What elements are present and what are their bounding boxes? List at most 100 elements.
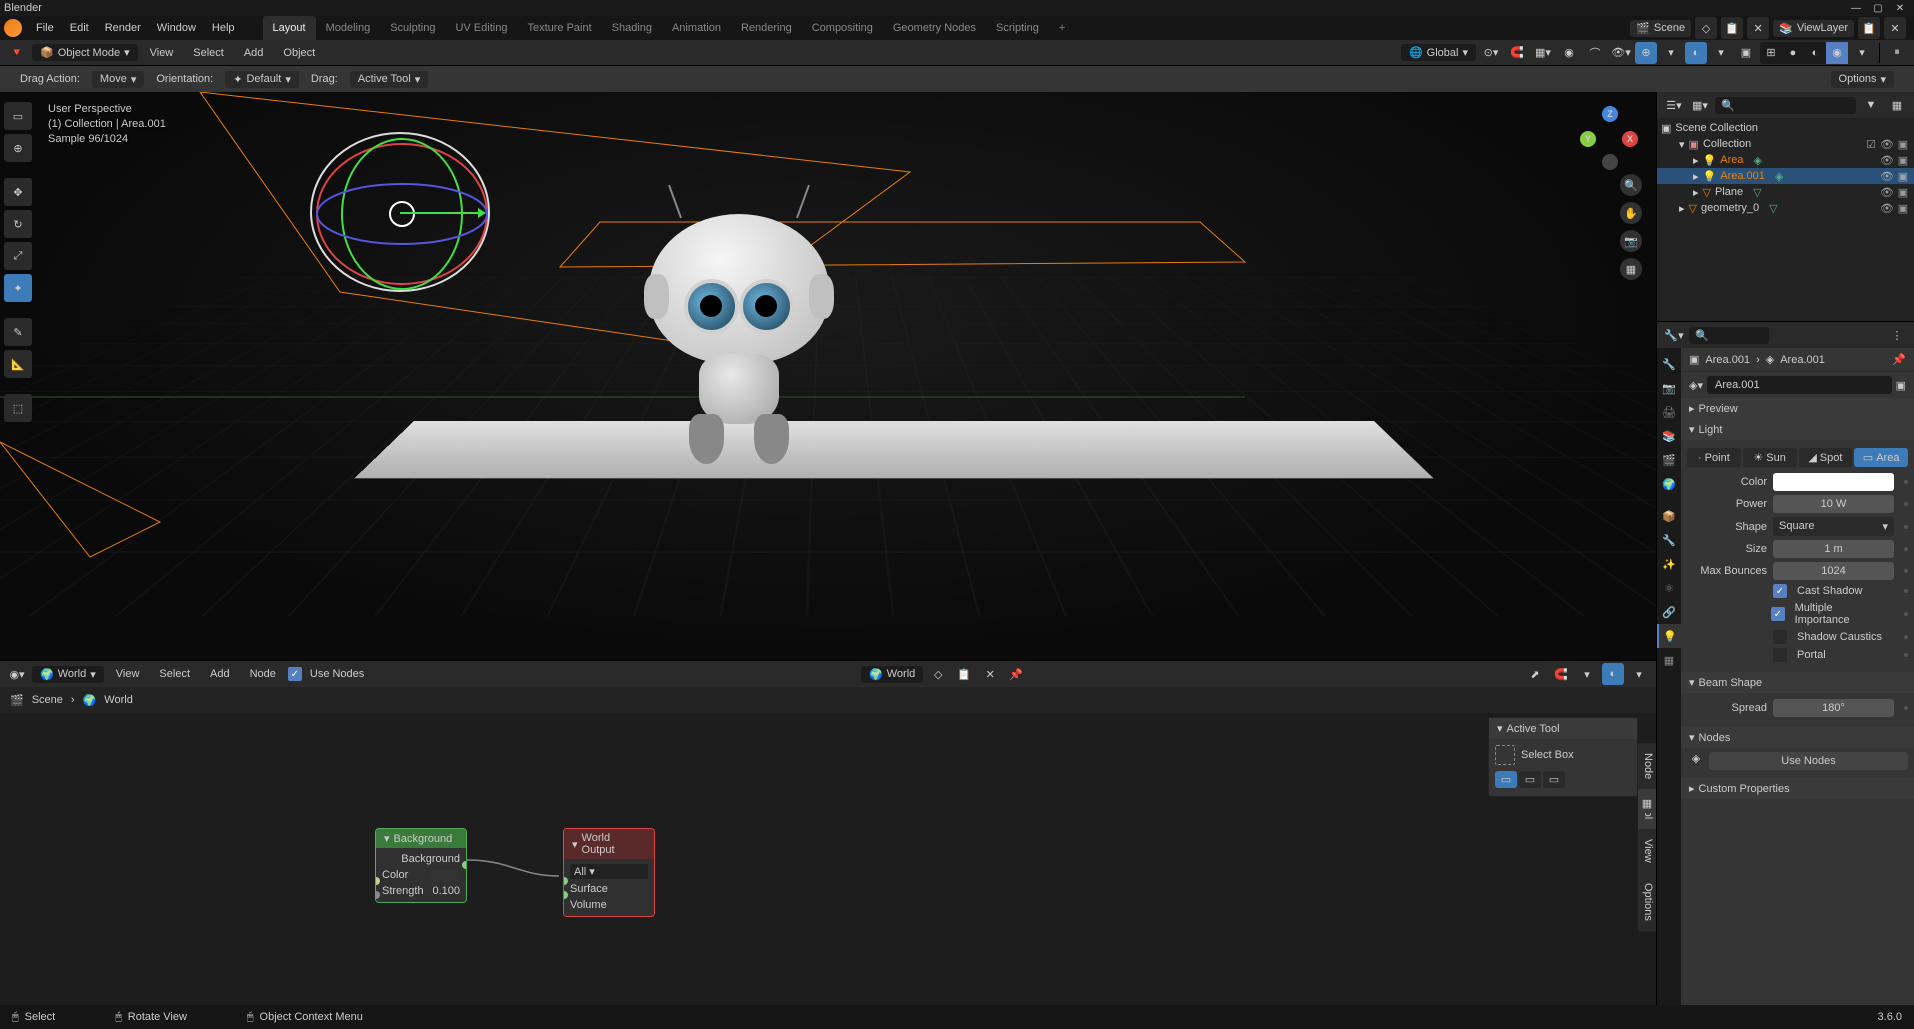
- node-overlays-toggle[interactable]: ◐: [1602, 663, 1624, 685]
- tree-row[interactable]: ▸ 💡 Area.001 ◈ 👁 ▣: [1657, 168, 1914, 184]
- render-icon[interactable]: ▣: [1896, 170, 1910, 183]
- tool-move[interactable]: ✥: [4, 178, 32, 206]
- snap-dropdown[interactable]: ▦▾: [1532, 42, 1554, 64]
- snap-node-toggle[interactable]: 🧲: [1550, 663, 1572, 685]
- drag-dropdown[interactable]: Active Tool ▾: [350, 71, 429, 88]
- render-icon[interactable]: ▣: [1896, 186, 1910, 199]
- pause-render-button[interactable]: ⏸: [1886, 42, 1908, 64]
- tab-layout[interactable]: Layout: [263, 16, 316, 40]
- node-menu-select[interactable]: Select: [151, 662, 198, 686]
- snap-node-dropdown[interactable]: ▾: [1576, 663, 1598, 685]
- use-nodes-checkbox[interactable]: ✓: [288, 667, 302, 681]
- node-menu-add[interactable]: Add: [202, 662, 238, 686]
- tool-scale[interactable]: ⤢: [4, 242, 32, 270]
- prop-tab-data[interactable]: 💡: [1657, 624, 1681, 648]
- pan-button[interactable]: ✋: [1620, 202, 1642, 224]
- eye-icon[interactable]: 👁: [1880, 138, 1894, 151]
- perspective-toggle-button[interactable]: ▦: [1620, 258, 1642, 280]
- sidetab-view[interactable]: View: [1638, 829, 1656, 873]
- tree-row[interactable]: ▸ ▽ Plane ▽ 👁 ▣: [1657, 184, 1914, 200]
- delete-scene-button[interactable]: ✕: [1747, 17, 1769, 39]
- menu-render[interactable]: Render: [97, 16, 149, 40]
- node-overlays-dropdown[interactable]: ▾: [1628, 663, 1650, 685]
- tool-cursor[interactable]: ⊕: [4, 134, 32, 162]
- panel-light-header[interactable]: ▾Light: [1681, 419, 1914, 440]
- shape-dropdown[interactable]: Square ▾: [1773, 517, 1894, 536]
- editor-type-dropdown[interactable]: 🔻: [6, 42, 28, 64]
- target-dropdown[interactable]: All ▾: [570, 864, 648, 879]
- output-socket[interactable]: [462, 861, 467, 869]
- prop-tab-physics[interactable]: ⚛: [1657, 576, 1681, 600]
- light-type-point[interactable]: ·Point: [1687, 448, 1741, 467]
- animate-button[interactable]: [1904, 589, 1908, 593]
- breadcrumb-data[interactable]: Area.001: [1780, 354, 1825, 366]
- power-field[interactable]: 10 W: [1773, 495, 1894, 513]
- animate-button[interactable]: [1904, 502, 1908, 506]
- max-bounces-field[interactable]: 1024: [1773, 562, 1894, 580]
- new-scene-button[interactable]: 📋: [1721, 17, 1743, 39]
- tree-row[interactable]: ▸ 💡 Area ◈ 👁 ▣: [1657, 152, 1914, 168]
- tree-row[interactable]: ▸ ▽ geometry_0 ▽ 👁 ▣: [1657, 200, 1914, 216]
- render-icon[interactable]: ▣: [1896, 138, 1910, 151]
- prop-tab-texture[interactable]: ▦: [1657, 648, 1681, 672]
- panel-beam-header[interactable]: ▾Beam Shape: [1681, 672, 1914, 693]
- prop-tab-particles[interactable]: ✨: [1657, 552, 1681, 576]
- panel-custom-header[interactable]: ▸Custom Properties: [1681, 778, 1914, 799]
- vp-menu-view[interactable]: View: [142, 41, 182, 65]
- close-button[interactable]: ✕: [1890, 2, 1910, 15]
- color-field[interactable]: [1773, 473, 1894, 491]
- tree-row[interactable]: ▾ ▣ Collection ☑ 👁 ▣: [1657, 136, 1914, 152]
- mode-dropdown[interactable]: 📦 Object Mode ▾: [32, 44, 138, 61]
- proportional-falloff-dropdown[interactable]: ⌒: [1584, 42, 1606, 64]
- snap-toggle[interactable]: 🧲: [1506, 42, 1528, 64]
- tab-rendering[interactable]: Rendering: [731, 16, 802, 40]
- properties-options-button[interactable]: ⋮: [1886, 324, 1908, 346]
- eye-icon[interactable]: 👁: [1880, 154, 1894, 167]
- sidetab-options[interactable]: Options: [1638, 873, 1656, 931]
- datablock-name-input[interactable]: Area.001: [1707, 376, 1892, 394]
- scene-browse-button[interactable]: ◇: [1695, 17, 1717, 39]
- disclosure-icon[interactable]: ▸: [1693, 186, 1699, 199]
- spread-field[interactable]: 180°: [1773, 699, 1894, 717]
- pivot-dropdown[interactable]: ⊙▾: [1480, 42, 1502, 64]
- tab-shading[interactable]: Shading: [602, 16, 662, 40]
- render-icon[interactable]: ▣: [1896, 202, 1910, 215]
- node-world-output[interactable]: ▾World Output All ▾ Surface Volume: [563, 828, 655, 917]
- eye-icon[interactable]: 👁: [1880, 186, 1894, 199]
- select-mode-subtract[interactable]: ▭: [1543, 771, 1565, 788]
- world-datablock-dropdown[interactable]: 🌍 World: [861, 666, 923, 683]
- gizmos-dropdown[interactable]: ▾: [1660, 42, 1682, 64]
- tab-geometry-nodes[interactable]: Geometry Nodes: [883, 16, 986, 40]
- color-field[interactable]: [430, 869, 460, 881]
- shading-dropdown[interactable]: ▾: [1851, 42, 1873, 64]
- minimize-button[interactable]: —: [1846, 2, 1866, 15]
- shader-type-dropdown[interactable]: 🌍 World ▾: [32, 666, 104, 683]
- maximize-button[interactable]: ▢: [1868, 2, 1888, 15]
- menu-edit[interactable]: Edit: [62, 16, 97, 40]
- prop-tab-scene[interactable]: 🎬: [1657, 448, 1681, 472]
- render-icon[interactable]: ▣: [1896, 154, 1910, 167]
- new-datablock-button[interactable]: ▣: [1896, 379, 1906, 392]
- menu-help[interactable]: Help: [204, 16, 243, 40]
- gizmos-toggle[interactable]: ⊕: [1635, 42, 1657, 64]
- new-viewlayer-button[interactable]: 📋: [1858, 17, 1880, 39]
- eye-icon[interactable]: 👁: [1880, 202, 1894, 215]
- drag-action-dropdown[interactable]: Move ▾: [92, 71, 144, 88]
- animate-button[interactable]: [1904, 653, 1908, 657]
- animate-button[interactable]: [1904, 635, 1908, 639]
- light-type-spot[interactable]: ◢Spot: [1799, 448, 1853, 467]
- xray-toggle[interactable]: ▣: [1735, 42, 1757, 64]
- shading-material[interactable]: ◐: [1804, 42, 1826, 64]
- size-field[interactable]: 1 m: [1773, 540, 1894, 558]
- breadcrumb-scene[interactable]: Scene: [32, 694, 63, 706]
- tool-select-box[interactable]: ▭: [4, 102, 32, 130]
- select-mode-set[interactable]: ▭: [1495, 771, 1517, 788]
- axis-z[interactable]: Z: [1602, 106, 1618, 122]
- vp-menu-object[interactable]: Object: [275, 41, 323, 65]
- animate-button[interactable]: [1904, 547, 1908, 551]
- world-browse-button[interactable]: ◇: [927, 663, 949, 685]
- animate-button[interactable]: [1904, 706, 1908, 710]
- menu-window[interactable]: Window: [149, 16, 204, 40]
- tab-sculpting[interactable]: Sculpting: [380, 16, 445, 40]
- animate-button[interactable]: [1904, 525, 1908, 529]
